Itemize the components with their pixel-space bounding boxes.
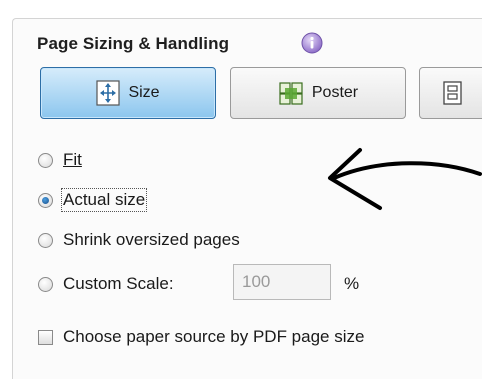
annotation-arrow-icon — [328, 148, 482, 210]
custom-scale-option[interactable]: Custom Scale: — [38, 274, 174, 294]
section-title: Page Sizing & Handling — [37, 34, 230, 53]
custom-scale-input[interactable] — [233, 264, 331, 300]
percent-unit: % — [344, 274, 360, 293]
actual-size-radio[interactable] — [38, 192, 53, 208]
multiple-mode-button[interactable] — [419, 67, 482, 119]
size-mode-label: Size — [128, 84, 160, 101]
fit-option[interactable]: Fit — [38, 150, 82, 170]
custom-scale-label: Custom Scale: — [63, 274, 174, 293]
fit-radio[interactable] — [38, 152, 53, 168]
paper-source-label: Choose paper source by PDF page size — [63, 327, 365, 346]
poster-icon — [279, 82, 303, 105]
actual-size-option[interactable]: Actual size — [38, 188, 148, 212]
paper-source-option[interactable]: Choose paper source by PDF page size — [38, 327, 364, 347]
size-mode-button[interactable]: Size — [40, 67, 216, 119]
size-icon — [96, 80, 121, 106]
multiple-pages-icon — [443, 81, 462, 105]
poster-mode-label: Poster — [311, 84, 359, 101]
fit-label: Fit — [63, 150, 82, 169]
paper-source-checkbox[interactable] — [38, 329, 53, 345]
poster-mode-button[interactable]: Poster — [230, 67, 406, 119]
shrink-radio[interactable] — [38, 232, 53, 248]
actual-size-label: Actual size — [60, 188, 148, 212]
shrink-option[interactable]: Shrink oversized pages — [38, 230, 240, 250]
info-icon[interactable] — [301, 32, 323, 54]
shrink-label: Shrink oversized pages — [63, 230, 240, 249]
custom-scale-radio[interactable] — [38, 276, 53, 292]
